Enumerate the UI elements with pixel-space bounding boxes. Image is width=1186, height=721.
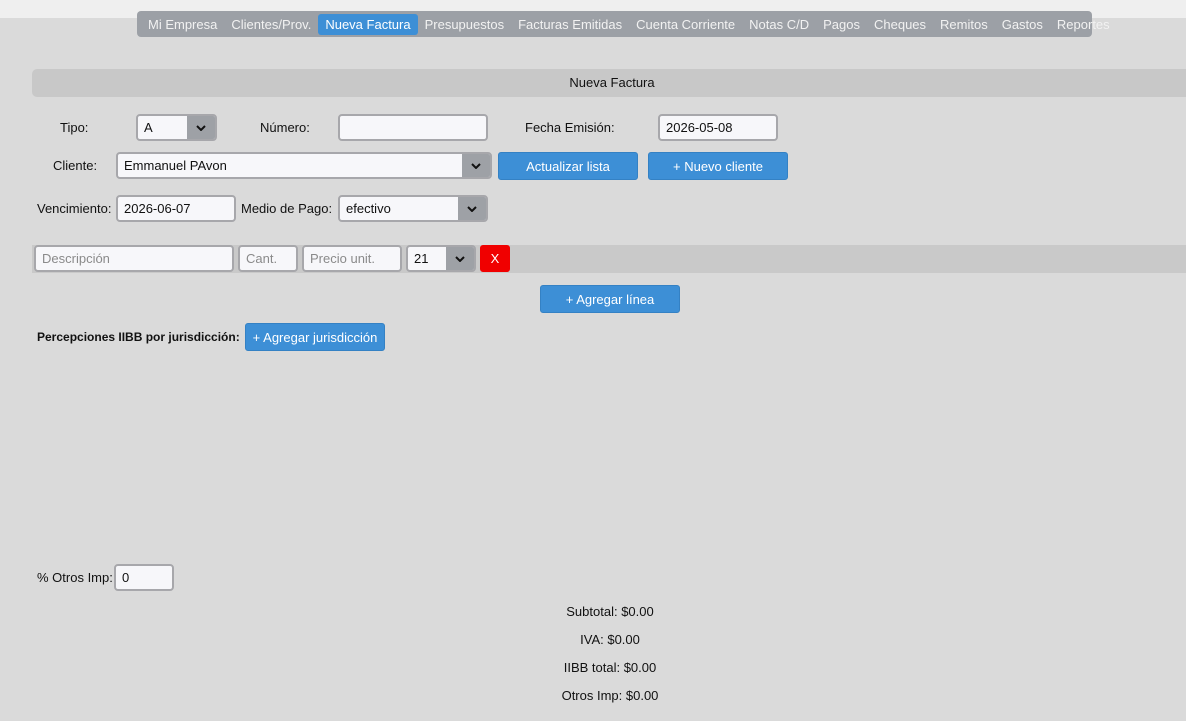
numero-input[interactable] xyxy=(338,114,488,141)
nav-item-clientes-prov[interactable]: Clientes/Prov. xyxy=(224,14,318,35)
nav-item-gastos[interactable]: Gastos xyxy=(995,14,1050,35)
otros-imp-input[interactable] xyxy=(114,564,174,591)
descripcion-input[interactable] xyxy=(34,245,234,272)
medio-pago-label: Medio de Pago: xyxy=(241,201,333,216)
vencimiento-input[interactable] xyxy=(116,195,236,222)
nuevo-cliente-button[interactable]: + Nuevo cliente xyxy=(648,152,788,180)
chevron-down-icon xyxy=(458,197,486,220)
nav-item-notas-c-d[interactable]: Notas C/D xyxy=(742,14,816,35)
nav-item-facturas-emitidas[interactable]: Facturas Emitidas xyxy=(511,14,629,35)
fecha-emision-label: Fecha Emisión: xyxy=(525,120,615,135)
chevron-down-icon xyxy=(187,116,215,139)
nav-item-presupuestos[interactable]: Presupuestos xyxy=(418,14,512,35)
iva-select[interactable]: 21 xyxy=(406,245,476,272)
numero-label: Número: xyxy=(260,120,310,135)
cliente-select[interactable]: Emmanuel PAvon xyxy=(116,152,492,179)
precio-unit-input[interactable] xyxy=(302,245,402,272)
cliente-select-value: Emmanuel PAvon xyxy=(124,158,227,173)
iibb-total-text: IIBB total: $0.00 xyxy=(563,660,657,675)
nav-item-pagos[interactable]: Pagos xyxy=(816,14,867,35)
nav-item-nueva-factura[interactable]: Nueva Factura xyxy=(318,13,418,35)
iva-select-value: 21 xyxy=(414,251,429,266)
otros-imp-label: % Otros Imp: xyxy=(37,570,113,585)
actualizar-lista-button[interactable]: Actualizar lista xyxy=(498,152,638,180)
section-title: Nueva Factura xyxy=(32,69,1186,97)
cantidad-input[interactable] xyxy=(238,245,298,272)
medio-pago-select[interactable]: efectivo xyxy=(338,195,488,222)
chevron-down-icon xyxy=(462,154,490,177)
subtotal-text: Subtotal: $0.00 xyxy=(566,604,654,619)
tipo-select-value: A xyxy=(144,120,153,135)
vencimiento-label: Vencimiento: xyxy=(37,201,112,216)
remove-line-button[interactable]: X xyxy=(480,245,510,272)
tipo-label: Tipo: xyxy=(60,120,89,135)
nav-item-reportes[interactable]: Reportes xyxy=(1050,14,1117,35)
nav-item-mi-empresa[interactable]: Mi Empresa xyxy=(141,14,224,35)
agregar-linea-button[interactable]: + Agregar línea xyxy=(540,285,680,313)
medio-pago-select-value: efectivo xyxy=(346,201,391,216)
main-nav: Mi Empresa Clientes/Prov. Nueva Factura Pre… xyxy=(137,11,1110,37)
agregar-jurisdiccion-button[interactable]: + Agregar jurisdicción xyxy=(245,323,385,351)
fecha-emision-input[interactable] xyxy=(658,114,778,141)
otros-imp-total-text: Otros Imp: $0.00 xyxy=(561,688,659,703)
tipo-select[interactable]: A xyxy=(136,114,217,141)
nav-item-remitos[interactable]: Remitos xyxy=(933,14,995,35)
chevron-down-icon xyxy=(446,247,474,270)
nav-item-cuenta-corriente[interactable]: Cuenta Corriente xyxy=(629,14,742,35)
iva-total-text: IVA: $0.00 xyxy=(580,632,640,647)
nav-item-cheques[interactable]: Cheques xyxy=(867,14,933,35)
cliente-label: Cliente: xyxy=(53,158,98,173)
iibb-label: Percepciones IIBB por jurisdicción: xyxy=(37,330,240,344)
